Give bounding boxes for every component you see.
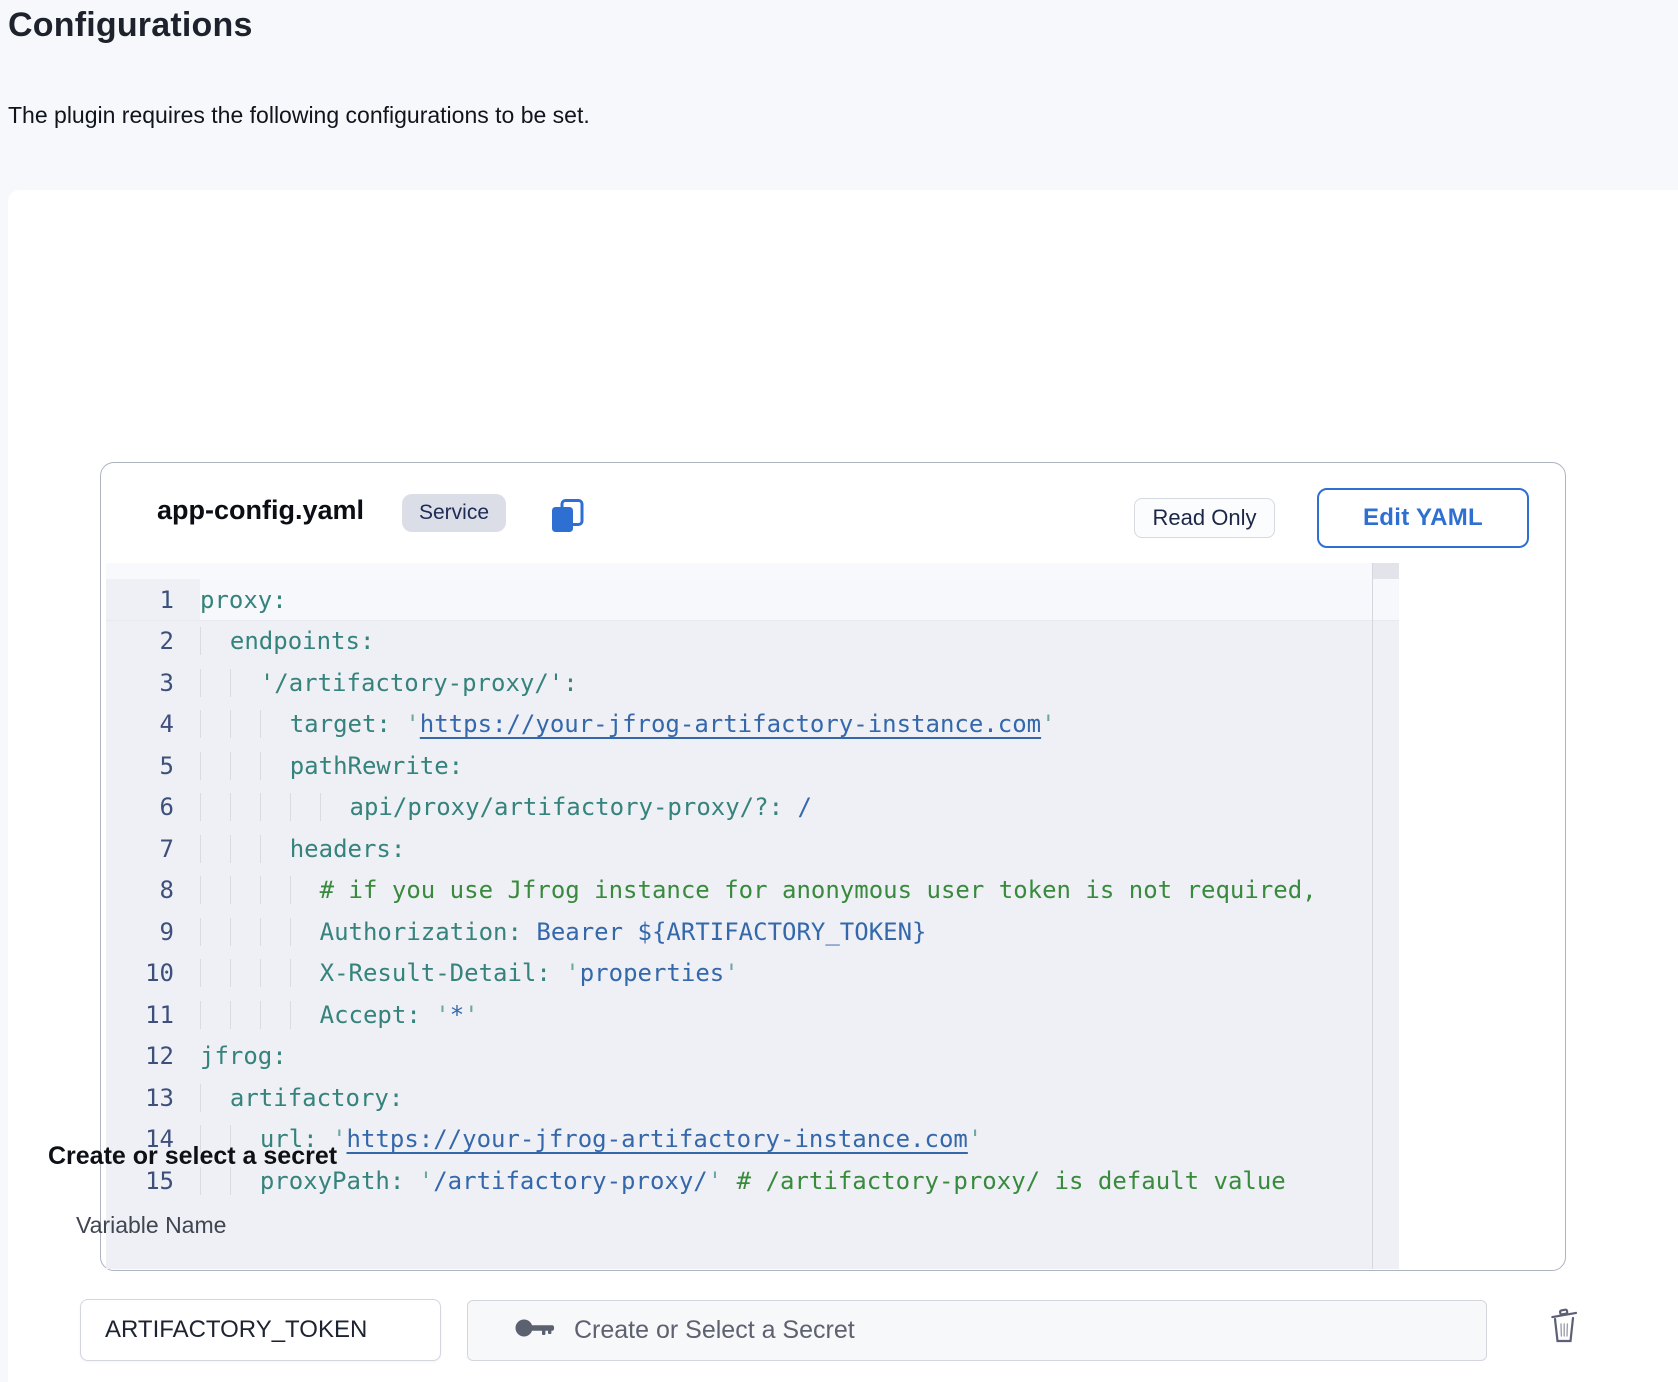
copy-button[interactable] [547, 497, 587, 537]
code-line: 4 target: 'https://your-jfrog-artifactor… [106, 704, 1399, 746]
line-number: 13 [106, 1084, 174, 1112]
delete-secret-button[interactable] [1544, 1305, 1584, 1347]
code-text: jfrog: [200, 1042, 287, 1070]
code-text: X-Result-Detail: 'properties' [200, 959, 739, 987]
code-text: endpoints: [200, 627, 374, 655]
content-panel: app-config.yaml Service Read Only Edit Y… [8, 190, 1678, 1382]
code-line: 12 jfrog: [106, 1036, 1399, 1078]
line-number: 9 [106, 918, 174, 946]
code-line: 2 endpoints: [106, 621, 1399, 663]
key-icon [514, 1316, 556, 1345]
code-line: 13 artifactory: [106, 1077, 1399, 1119]
editor-lines: 1proxy:2 endpoints:3 '/artifactory-proxy… [106, 579, 1399, 1202]
secret-select[interactable]: Create or Select a Secret [467, 1300, 1487, 1361]
code-line: 10 X-Result-Detail: 'properties' [106, 953, 1399, 995]
editor-scrollbar[interactable] [1372, 563, 1399, 1269]
code-line: 11 Accept: '*' [106, 994, 1399, 1036]
code-line: 5 pathRewrite: [106, 745, 1399, 787]
line-number: 11 [106, 1001, 174, 1029]
variable-name-label: Variable Name [76, 1212, 226, 1239]
editor-top-padding [106, 563, 1399, 579]
code-line: 9 Authorization: Bearer ${ARTIFACTORY_TO… [106, 911, 1399, 953]
secret-section-heading: Create or select a secret [48, 1142, 337, 1171]
code-text: # if you use Jfrog instance for anonymou… [200, 876, 1317, 904]
code-text: proxy: [200, 586, 287, 614]
config-file-name: app-config.yaml [157, 495, 364, 526]
page-title: Configurations [8, 6, 253, 45]
line-number: 12 [106, 1042, 174, 1070]
line-number: 6 [106, 793, 174, 821]
line-number: 1 [106, 586, 174, 614]
code-text: Accept: '*' [200, 1001, 479, 1029]
code-text: Authorization: Bearer ${ARTIFACTORY_TOKE… [200, 918, 927, 946]
service-badge: Service [402, 494, 506, 532]
code-line: 8 # if you use Jfrog instance for anonym… [106, 870, 1399, 912]
secret-select-placeholder: Create or Select a Secret [574, 1316, 855, 1345]
code-text: api/proxy/artifactory-proxy/?: / [200, 793, 812, 821]
code-line: 7 headers: [106, 828, 1399, 870]
edit-yaml-button[interactable]: Edit YAML [1317, 488, 1529, 548]
code-line: 3 '/artifactory-proxy/': [106, 662, 1399, 704]
service-badge-label: Service [419, 501, 489, 525]
code-text: artifactory: [200, 1084, 403, 1112]
code-text: '/artifactory-proxy/': [200, 669, 578, 697]
read-only-button[interactable]: Read Only [1134, 498, 1275, 538]
copy-icon [548, 523, 586, 538]
code-text: headers: [200, 835, 405, 863]
line-number: 10 [106, 959, 174, 987]
code-text: pathRewrite: [200, 752, 463, 780]
line-number: 7 [106, 835, 174, 863]
line-number: 2 [106, 627, 174, 655]
line-number: 3 [106, 669, 174, 697]
line-number: 8 [106, 876, 174, 904]
code-text: target: 'https://your-jfrog-artifactory-… [200, 710, 1056, 738]
editor-scrollbar-corner [1373, 563, 1399, 579]
page-subtitle: The plugin requires the following config… [8, 102, 590, 129]
line-number: 5 [106, 752, 174, 780]
code-line: 6 api/proxy/artifactory-proxy/?: / [106, 787, 1399, 829]
configurations-page: Configurations The plugin requires the f… [0, 0, 1678, 1382]
code-line: 1 proxy: [106, 579, 1399, 621]
trash-icon [1547, 1333, 1581, 1348]
variable-name-input[interactable] [80, 1299, 441, 1361]
code-text: proxyPath: '/artifactory-proxy/' # /arti… [200, 1167, 1286, 1195]
line-number: 4 [106, 710, 174, 738]
